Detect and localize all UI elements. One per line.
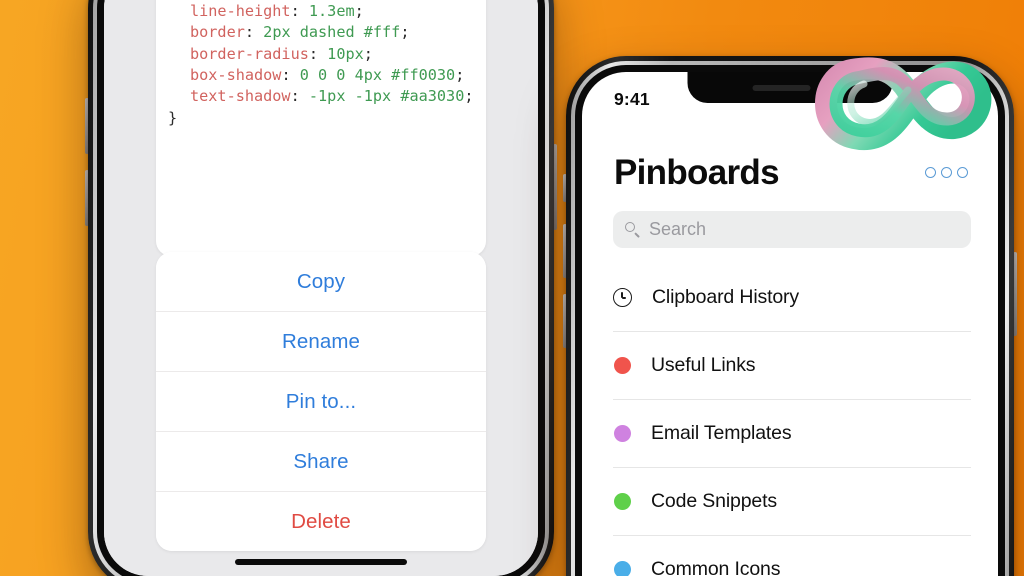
status-bar: 9:41: [582, 72, 998, 118]
color-dot-icon: [614, 425, 631, 442]
list-item-code-snippets[interactable]: Code Snippets: [613, 468, 971, 536]
list-item-label: Code Snippets: [651, 490, 777, 512]
list-item-label: Useful Links: [651, 354, 756, 376]
pinboard-list: Clipboard History Useful Links Email Tem…: [582, 264, 998, 576]
list-item-label: Clipboard History: [652, 286, 800, 308]
list-item-email-templates[interactable]: Email Templates: [613, 400, 971, 468]
action-sheet-item-pin-to[interactable]: Pin to...: [156, 372, 486, 432]
list-item-clipboard-history[interactable]: Clipboard History: [613, 264, 971, 332]
css-code-block: background: #ff0030; color: #fff; font-s…: [168, 2, 474, 127]
color-dot-icon: [614, 357, 631, 374]
left-phone-mockup: background: #ff0030; color: #fff; font-s…: [85, 0, 557, 576]
left-phone-screen: background: #ff0030; color: #fff; font-s…: [104, 0, 538, 576]
search-input[interactable]: Search: [613, 211, 971, 248]
list-item-label: Common Icons: [651, 558, 781, 576]
search-icon: [625, 222, 640, 237]
more-dot-3: [957, 166, 968, 178]
status-bar-time: 9:41: [614, 88, 650, 109]
action-sheet-item-rename[interactable]: Rename: [156, 312, 486, 372]
clock-icon: [613, 288, 632, 307]
page-title: Pinboards: [614, 152, 780, 192]
list-item-useful-links[interactable]: Useful Links: [613, 332, 971, 400]
screenshot-stage: background: #ff0030; color: #fff; font-s…: [0, 0, 1024, 576]
color-dot-icon: [614, 493, 631, 510]
right-phone-mockup: 9:41 Pinboards Search Clipboard History: [563, 56, 1017, 576]
list-item-common-icons[interactable]: Common Icons: [613, 536, 971, 576]
more-horizontal-icon[interactable]: [925, 166, 968, 178]
action-sheet-item-share[interactable]: Share: [156, 432, 486, 492]
search-placeholder: Search: [649, 219, 707, 239]
action-sheet-item-copy[interactable]: Copy: [156, 252, 486, 312]
action-sheet-item-delete[interactable]: Delete: [156, 492, 486, 551]
home-indicator[interactable]: [235, 559, 407, 565]
more-dot-2: [941, 166, 952, 178]
more-dot-1: [925, 166, 936, 178]
color-dot-icon: [614, 561, 631, 576]
action-sheet: Copy Rename Pin to... Share Delete: [156, 252, 486, 551]
list-item-label: Email Templates: [651, 422, 792, 444]
navigation-header: Pinboards: [582, 146, 998, 198]
right-phone-screen: 9:41 Pinboards Search Clipboard History: [582, 72, 998, 576]
code-snippet-card: background: #ff0030; color: #fff; font-s…: [156, 0, 486, 256]
